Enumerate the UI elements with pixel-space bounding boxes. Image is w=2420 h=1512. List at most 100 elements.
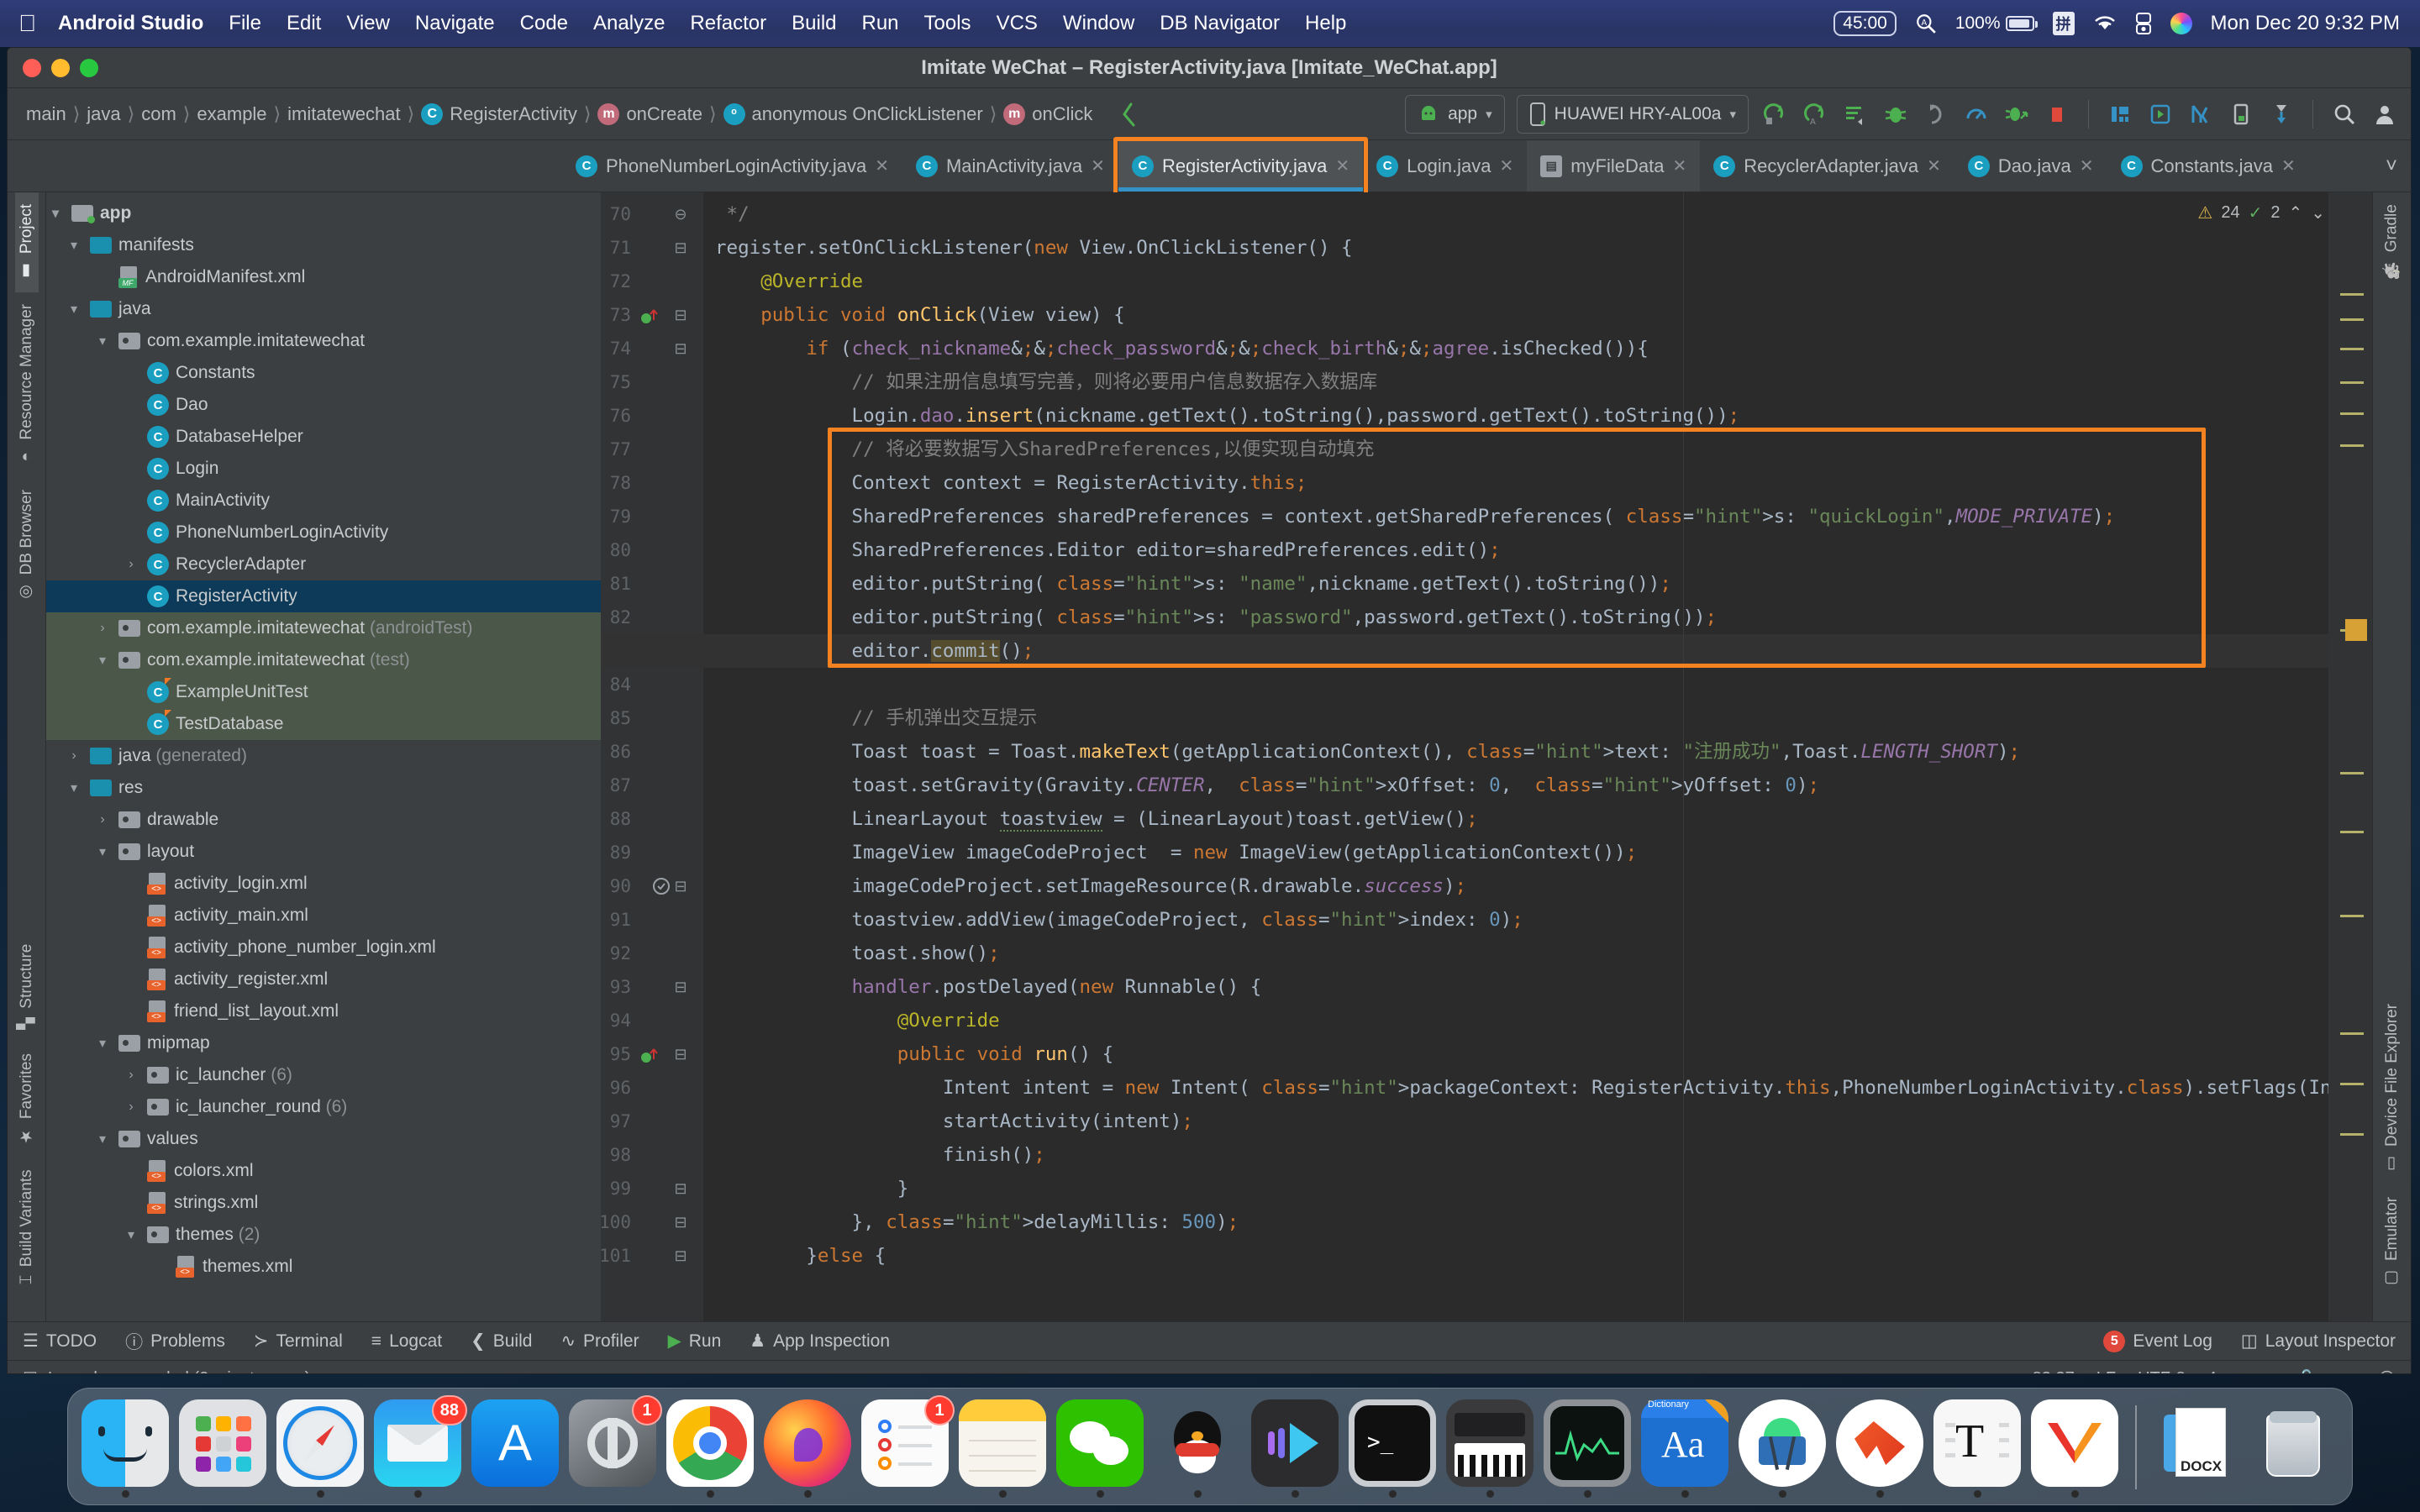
chevron-right-icon[interactable]: › — [122, 1100, 140, 1115]
code-fold-marker[interactable]: ⊟ — [671, 298, 690, 332]
menu-item-code[interactable]: Code — [520, 12, 568, 35]
chevron-down-icon[interactable]: ⌄ — [2311, 202, 2325, 223]
dock-item-reminders[interactable]: 1 — [861, 1395, 955, 1498]
code-fold-marker[interactable]: ⊟ — [671, 970, 690, 1004]
tree-item[interactable]: ›<>themes.xml — [46, 1251, 601, 1283]
tab-myfiledata[interactable]: ▤ myFileData ✕ — [1527, 140, 1701, 192]
code-line[interactable]: }, class="hint">delayMillis: 500); — [715, 1205, 1239, 1239]
tree-item[interactable]: ›<>colors.xml — [46, 1155, 601, 1187]
menu-item-edit[interactable]: Edit — [287, 12, 321, 35]
breadcrumb-item-com[interactable]: com — [134, 103, 183, 125]
tree-item[interactable]: ▾ manifests — [46, 229, 601, 261]
dock-item-chrome[interactable] — [666, 1399, 754, 1498]
dock-item-iina[interactable] — [1251, 1399, 1339, 1498]
tree-item[interactable]: ▾ com.example.imitatewechat — [46, 325, 601, 357]
implements-method-icon[interactable] — [639, 1044, 661, 1070]
breadcrumb-item-registeractivity[interactable]: C RegisterActivity — [414, 102, 584, 125]
code-line[interactable]: Context context = RegisterActivity.this; — [715, 466, 1307, 500]
editor-marker[interactable] — [2340, 412, 2364, 415]
activity-monitor-icon[interactable] — [1544, 1399, 1631, 1487]
tool-button-layout-inspector[interactable]: ◫ Layout Inspector — [2241, 1331, 2396, 1352]
tab-dao[interactable]: C Dao.java ✕ — [1954, 140, 2107, 192]
code-line[interactable]: // 手机弹出交互提示 — [715, 701, 1038, 735]
code-fold-marker[interactable]: ⊟ — [671, 1205, 690, 1239]
close-icon[interactable]: ✕ — [1091, 155, 1105, 176]
close-icon[interactable]: ✕ — [2080, 155, 2094, 176]
menu-item-analyze[interactable]: Analyze — [593, 12, 665, 35]
launchpad-icon[interactable] — [179, 1399, 266, 1487]
sidebar-item-build-variants[interactable]: ⌶ Build Variants — [15, 1158, 39, 1296]
breadcrumb-item-onclick[interactable]: m onClick — [997, 102, 1099, 125]
menu-item-run[interactable]: Run — [862, 12, 899, 35]
tool-button-todo[interactable]: ☰ TODO — [23, 1331, 97, 1352]
chevron-down-icon[interactable]: ▾ — [93, 843, 112, 860]
tree-item[interactable]: ▾ values — [46, 1123, 601, 1155]
search-icon[interactable] — [2330, 100, 2359, 129]
zoom-button[interactable] — [80, 58, 98, 77]
android-studio-icon[interactable] — [1739, 1399, 1826, 1487]
tree-item[interactable]: ›<>activity_phone_number_login.xml — [46, 932, 601, 963]
stop-icon[interactable] — [2043, 100, 2071, 129]
chevron-down-icon[interactable]: ˅ — [2386, 155, 2397, 178]
firefox-icon[interactable] — [764, 1399, 851, 1487]
clock-label[interactable]: Mon Dec 20 9:32 PM — [2211, 12, 2400, 35]
tree-item[interactable]: ›CDatabaseHelper — [46, 421, 601, 453]
code-line[interactable]: LinearLayout toastview = (LinearLayout)t… — [715, 802, 1478, 836]
chevron-right-icon[interactable]: › — [93, 812, 112, 827]
code-line[interactable]: Toast toast = Toast.makeText(getApplicat… — [715, 735, 2020, 769]
tab-login[interactable]: C Login.java ✕ — [1363, 140, 1527, 192]
dock-item-trash[interactable] — [2251, 1399, 2338, 1498]
code-line[interactable]: toastview.addView(imageCodeProject, clas… — [715, 903, 1523, 937]
editor-marker[interactable] — [2340, 772, 2364, 774]
device-selector[interactable]: HUAWEI HRY-AL00a ▾ — [1516, 94, 1749, 134]
safari-icon[interactable] — [276, 1399, 364, 1487]
layout-inspector-icon[interactable] — [2186, 100, 2215, 129]
code-content[interactable]: */register.setOnClickListener(new View.O… — [703, 192, 2372, 1321]
code-line[interactable]: handler.postDelayed(new Runnable() { — [715, 970, 1262, 1004]
dock-item-finder[interactable] — [82, 1399, 169, 1498]
trash-icon[interactable] — [2251, 1399, 2338, 1487]
dock-item-dictionary[interactable]: Dictionary Aa — [1641, 1399, 1728, 1498]
sidebar-item-project[interactable]: ▮ Project — [14, 192, 39, 293]
code-line[interactable]: toast.show(); — [715, 937, 1000, 970]
caret-position[interactable]: 83:37 — [2033, 1369, 2075, 1373]
code-line[interactable]: SharedPreferences sharedPreferences = co… — [715, 500, 2116, 533]
apple-icon[interactable]:  — [18, 12, 36, 35]
dock-item-system-preferences[interactable]: 1 — [569, 1395, 662, 1498]
tree-item[interactable]: ›MFAndroidManifest.xml — [46, 261, 601, 293]
editor-marker[interactable] — [2340, 293, 2364, 296]
tab-registeractivity[interactable]: C RegisterActivity.java ✕ — [1118, 140, 1364, 192]
tool-button-build[interactable]: ❮ Build — [471, 1331, 532, 1352]
code-line[interactable]: ImageView imageCodeProject = new ImageVi… — [715, 836, 1638, 869]
code-fold-marker[interactable]: ⊟ — [671, 1172, 690, 1205]
tab-phonenumberloginactivity[interactable]: C PhoneNumberLoginActivity.java ✕ — [562, 140, 902, 192]
menu-item-file[interactable]: File — [229, 12, 261, 35]
chrome-icon[interactable] — [666, 1399, 754, 1487]
tree-item[interactable]: › C RecyclerAdapter — [46, 549, 601, 580]
code-line[interactable]: @Override — [715, 1004, 1000, 1037]
tree-item[interactable]: › drawable — [46, 804, 601, 836]
close-icon[interactable]: ✕ — [2281, 155, 2296, 176]
chevron-down-icon[interactable]: ▾ — [65, 237, 83, 254]
tree-item[interactable]: ›CLogin — [46, 453, 601, 485]
app-store-icon[interactable]: A — [471, 1399, 559, 1487]
editor-marker[interactable] — [2340, 831, 2364, 833]
code-fold-marker[interactable]: ⊟ — [671, 869, 690, 903]
tree-item[interactable]: ›CRegisterActivity — [46, 580, 601, 612]
tree-item[interactable]: ›<>strings.xml — [46, 1187, 601, 1219]
chevron-down-icon[interactable]: ▾ — [93, 1131, 112, 1147]
breadcrumb-item-main[interactable]: main — [19, 103, 73, 125]
menu-item-build[interactable]: Build — [792, 12, 836, 35]
code-line[interactable]: */ — [715, 197, 750, 231]
dock-item-app-store[interactable]: A — [471, 1399, 559, 1498]
tree-item[interactable]: ›CTestDatabase — [46, 708, 601, 740]
tree-item[interactable]: ›CExampleUnitTest — [46, 676, 601, 708]
code-line[interactable]: imageCodeProject.setImageResource(R.draw… — [715, 869, 1467, 903]
chevron-down-icon[interactable]: ▾ — [65, 301, 83, 318]
step-icon[interactable] — [1922, 100, 1950, 129]
breadcrumb-item-oncreate[interactable]: m onCreate — [591, 102, 709, 125]
menu-item-window[interactable]: Window — [1063, 12, 1134, 35]
display-icon[interactable] — [2135, 13, 2152, 34]
editor-marker[interactable] — [2340, 1133, 2364, 1136]
editor-gutter[interactable]: 70⊖71⊟7273⊟74⊟75767778798081828384858687… — [601, 192, 703, 1321]
